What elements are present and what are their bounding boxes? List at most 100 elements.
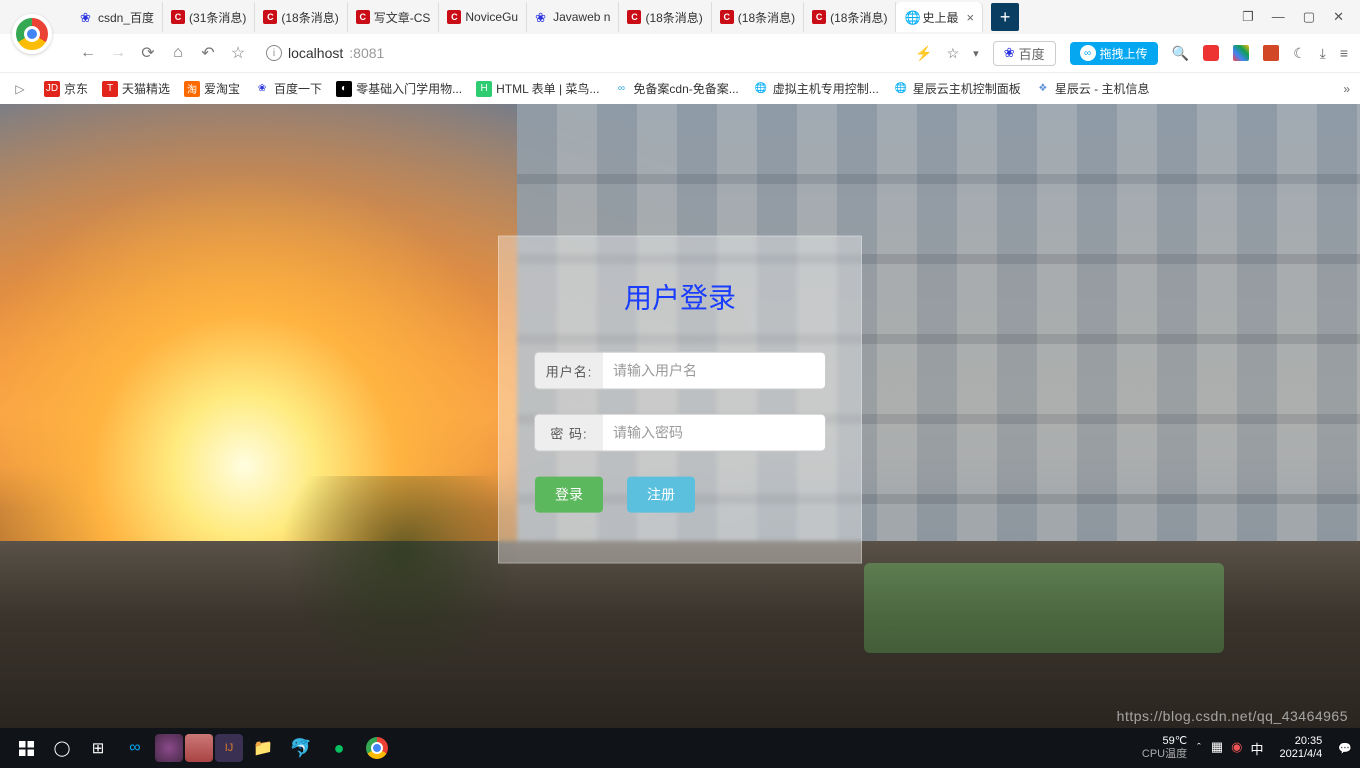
username-input[interactable] [603, 353, 825, 389]
search-engine-selector[interactable]: ❀ 百度 [993, 41, 1056, 66]
login-title: 用户登录 [535, 277, 825, 317]
tab-label: Javaweb n [553, 10, 610, 24]
browser-tab[interactable]: C(18条消息) [712, 2, 804, 32]
register-button[interactable]: 注册 [627, 477, 695, 513]
bookmark-item[interactable]: ❖星辰云 - 主机信息 [1035, 80, 1150, 97]
bookmark-label: 百度一下 [274, 80, 322, 97]
file-explorer-icon[interactable]: 📁 [245, 732, 281, 764]
browser-tab[interactable]: ❀csdn_百度 [72, 2, 163, 32]
tab-label: 写文章-CS [374, 9, 431, 26]
password-row: 密 码: [535, 415, 825, 451]
taskbar-app-3[interactable] [185, 734, 213, 762]
tray-icon-1[interactable]: ▦ [1211, 739, 1223, 758]
browser-tab[interactable]: C(18条消息) [804, 2, 896, 32]
wechat-icon[interactable]: ● [321, 732, 357, 764]
maximize-button[interactable]: ▢ [1303, 9, 1315, 25]
cpu-temp-value: 59℃ [1142, 735, 1187, 748]
extension-icon-1[interactable] [1203, 45, 1219, 61]
bookmark-item[interactable]: ❀百度一下 [254, 80, 322, 97]
bookmark-item[interactable]: HHTML 表单 | 菜鸟... [476, 80, 599, 97]
tab-favicon-icon: 🌐 [904, 10, 918, 24]
bookmark-item[interactable]: 🌐星辰云主机控制面板 [893, 80, 1021, 97]
extension-icon-3[interactable] [1263, 45, 1279, 61]
browser-tab[interactable]: C(18条消息) [255, 2, 347, 32]
tray-ime-label[interactable]: 中 [1250, 739, 1263, 758]
taskbar-clock[interactable]: 20:35 2021/4/4 [1273, 735, 1328, 761]
browser-tab[interactable]: ❀Javaweb n [527, 2, 619, 32]
cpu-temp-widget[interactable]: 59℃ CPU温度 [1142, 735, 1187, 761]
password-label: 密 码: [535, 415, 603, 451]
home-button[interactable]: ⌂ [168, 44, 188, 62]
chrome-taskbar-icon[interactable] [359, 732, 395, 764]
bookmark-label: 京东 [64, 80, 88, 97]
start-button[interactable] [8, 728, 44, 768]
bookmark-item[interactable]: ◐零基础入门学用物... [336, 80, 462, 97]
taskbar-app-4[interactable]: IJ [215, 734, 243, 762]
browser-tab[interactable]: 🌐史上最× [896, 2, 983, 32]
minimize-button[interactable]: — [1272, 9, 1285, 25]
bookmark-item[interactable]: T天猫精选 [102, 80, 170, 97]
bookmark-item[interactable]: 淘爱淘宝 [184, 80, 240, 97]
drag-upload-badge[interactable]: ∞ 拖拽上传 [1070, 42, 1158, 65]
site-info-icon[interactable]: i [266, 45, 282, 61]
notification-icon[interactable]: 💬 [1338, 742, 1352, 755]
bookmarks-chevron-icon[interactable]: ▷ [10, 82, 30, 96]
downloads-icon[interactable]: ⤓ [1320, 45, 1326, 62]
dropdown-chevron-icon[interactable]: ▾ [973, 47, 979, 60]
taskbar-app-6[interactable]: 🐬 [283, 732, 319, 764]
favorite-star-icon[interactable]: ☆ [228, 43, 248, 63]
bookmark-item[interactable]: 🌐虚拟主机专用控制... [753, 80, 879, 97]
cpu-temp-label: CPU温度 [1142, 748, 1187, 761]
new-tab-button[interactable]: + [991, 3, 1019, 31]
menu-icon[interactable]: ≡ [1340, 45, 1348, 61]
login-button[interactable]: 登录 [535, 477, 603, 513]
clock-date: 2021/4/4 [1279, 748, 1322, 761]
bookmark-label: 爱淘宝 [204, 80, 240, 97]
tab-favicon-icon: C [263, 10, 277, 24]
browser-tab[interactable]: C 写文章-CS [348, 2, 440, 32]
tray-chevron-icon[interactable]: ˆ [1197, 742, 1201, 754]
cortana-icon[interactable]: ◯ [44, 728, 80, 768]
windows-taskbar: ◯ ⊞ ∞ IJ 📁 🐬 ● 59℃ CPU温度 ˆ ▦ ◉ 中 20:35 2… [0, 728, 1360, 768]
cloud-icon: ∞ [1080, 45, 1096, 61]
browser-tab[interactable]: C(31条消息) [163, 2, 255, 32]
bookmark-item[interactable]: JD京东 [44, 80, 88, 97]
tab-favicon-icon: C [356, 10, 370, 24]
lightning-icon[interactable]: ⚡ [915, 45, 932, 62]
reload-button[interactable]: ⟳ [138, 43, 158, 63]
username-label: 用户名: [535, 353, 603, 389]
password-input[interactable] [603, 415, 825, 451]
task-view-icon[interactable]: ⊞ [80, 728, 116, 768]
bookmark-star-icon[interactable]: ☆ [947, 45, 960, 62]
taskbar-app-1[interactable]: ∞ [117, 732, 153, 764]
url-port: :8081 [349, 45, 384, 61]
upload-badge-label: 拖拽上传 [1100, 45, 1148, 62]
bookmarks-overflow-icon[interactable]: » [1343, 82, 1350, 96]
taskbar-app-2[interactable] [155, 734, 183, 762]
dark-mode-icon[interactable]: ☾ [1293, 45, 1306, 62]
bookmark-label: 天猫精选 [122, 80, 170, 97]
tab-favicon-icon: C [812, 10, 826, 24]
browser-tab[interactable]: CNoviceGu [439, 2, 527, 32]
tray-icon-2[interactable]: ◉ [1231, 739, 1242, 758]
bookmark-favicon-icon: 🌐 [893, 81, 909, 97]
browser-chrome: ❀csdn_百度C(31条消息)C(18条消息)C写文章-CSCNoviceGu… [0, 0, 1360, 104]
forward-button[interactable]: → [108, 44, 128, 62]
login-panel: 用户登录 用户名: 密 码: 登录 注册 [498, 236, 862, 564]
tab-favicon-icon: C [447, 10, 461, 24]
back-button[interactable]: ← [78, 44, 98, 62]
extension-icon-2[interactable] [1233, 45, 1249, 61]
bookmark-favicon-icon: H [476, 81, 492, 97]
window-controls: ❐ — ▢ ✕ [1226, 9, 1360, 25]
undo-nav-icon[interactable]: ↶ [198, 43, 218, 63]
tab-favicon-icon: ❀ [80, 10, 94, 24]
tab-label: (18条消息) [645, 9, 702, 26]
bookmark-item[interactable]: ∞免备案cdn-免备案... [613, 80, 738, 97]
close-window-button[interactable]: ✕ [1333, 9, 1344, 25]
windows-copy-icon[interactable]: ❐ [1242, 9, 1254, 25]
tab-close-icon[interactable]: × [967, 10, 975, 25]
search-icon[interactable]: 🔍 [1172, 45, 1189, 62]
url-box[interactable]: i localhost:8081 [258, 45, 898, 61]
bookmarks-bar: ▷ JD京东 T天猫精选淘爱淘宝 ❀百度一下 ◐零基础入门学用物... HHTML 表单… [0, 72, 1360, 104]
browser-tab[interactable]: C(18条消息) [619, 2, 711, 32]
